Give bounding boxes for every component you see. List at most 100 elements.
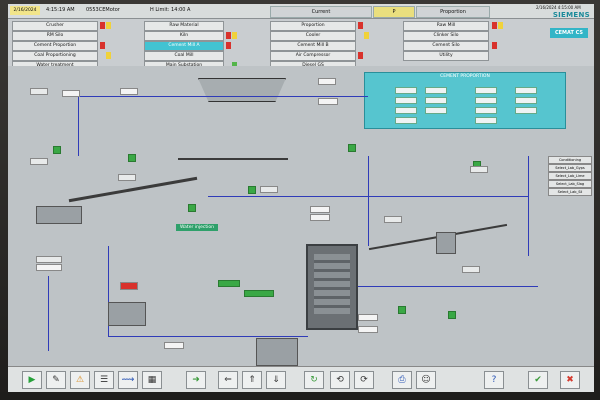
nav-cement-proportion[interactable]: Cement Proportion: [12, 41, 98, 51]
nav-rm-silo[interactable]: RM Silo: [12, 31, 98, 41]
motor-icon[interactable]: [248, 186, 256, 194]
status-bar: [244, 290, 274, 297]
status-indicator: [100, 22, 105, 29]
setpoint-cell[interactable]: [425, 87, 447, 94]
nav-air-compressor[interactable]: Air Compressor: [270, 51, 356, 61]
value-box: [318, 98, 338, 105]
status-indicator: [358, 52, 363, 59]
forward-icon[interactable]: ⟳: [354, 371, 374, 389]
bag-filter[interactable]: [256, 338, 298, 366]
sidebar-item-lab-slag[interactable]: Select_Lab_Slag: [548, 180, 592, 188]
arrow-down-icon[interactable]: ⇓: [266, 371, 286, 389]
tag-label[interactable]: [30, 88, 48, 95]
motor-icon[interactable]: [128, 154, 136, 162]
arrow-left-icon[interactable]: ⇐: [218, 371, 238, 389]
nav-cement-mill-b[interactable]: Cement Mill B: [270, 41, 356, 51]
feeder[interactable]: [36, 206, 82, 224]
setpoint-cell[interactable]: [395, 117, 417, 124]
tag-label[interactable]: [462, 266, 480, 273]
setpoint-cell[interactable]: [475, 97, 497, 104]
setpoint-cell[interactable]: [395, 97, 417, 104]
faceplate-icon[interactable]: ▦: [142, 371, 162, 389]
tag-label[interactable]: [30, 158, 48, 165]
setpoint-cell[interactable]: [515, 87, 537, 94]
nav-raw-material[interactable]: Raw Material: [144, 21, 224, 31]
setpoint-cell[interactable]: [425, 107, 447, 114]
setpoint-cell[interactable]: [395, 107, 417, 114]
setpoint-cell[interactable]: [475, 117, 497, 124]
tag-label[interactable]: [470, 166, 488, 173]
nav-crusher[interactable]: Crusher: [12, 21, 98, 31]
nav-cement-silo[interactable]: Cement Silo: [403, 41, 489, 51]
nav-kiln[interactable]: Kiln: [144, 31, 224, 41]
motor-icon[interactable]: [53, 146, 61, 154]
status-indicator: [364, 32, 369, 39]
cement-mill[interactable]: [306, 244, 358, 330]
value-box: [36, 264, 62, 271]
status-indicator: [358, 22, 363, 29]
value-box: [310, 214, 330, 221]
motor-icon[interactable]: [188, 204, 196, 212]
nav-clinker-silo[interactable]: Clinker Silo: [403, 31, 489, 41]
tag-label[interactable]: [384, 216, 402, 223]
nav-coal-proportioning[interactable]: Coal Proportioning: [12, 51, 98, 61]
nav-proportion[interactable]: Proportion: [270, 21, 356, 31]
nav-utility[interactable]: Utility: [403, 51, 489, 61]
pipe: [528, 156, 529, 256]
report-icon[interactable]: ☰: [94, 371, 114, 389]
motor-icon[interactable]: [448, 311, 456, 319]
current-header: Current: [270, 6, 372, 18]
tag-label[interactable]: [118, 174, 136, 181]
setpoint-cell[interactable]: [425, 97, 447, 104]
exit-icon[interactable]: ✖: [560, 371, 580, 389]
panel-title: CEMENT PROPORTION: [440, 74, 490, 79]
bottom-toolbar: ▶ ✎ ⚠ ☰ ⟿ ▦ ➜ ⇐ ⇑ ⇓ ↻ ⟲ ⟳ ⎙ ☺ ? ✔ ✖: [8, 366, 594, 392]
setpoint-cell[interactable]: [515, 107, 537, 114]
print-icon[interactable]: ⎙: [392, 371, 412, 389]
sidebar-item-conditioning[interactable]: Conditioning: [548, 156, 592, 164]
back-icon[interactable]: ⟲: [330, 371, 350, 389]
hmi-screen: 2/16/2024 4:15:19 AM 0553CEMotor H Limit…: [8, 4, 594, 392]
alarm-icon[interactable]: ⚠: [70, 371, 90, 389]
help-icon[interactable]: ?: [484, 371, 504, 389]
user-icon[interactable]: ☺: [416, 371, 436, 389]
siemens-logo: SIEMENS: [552, 11, 590, 19]
conveyor-belt: [178, 158, 288, 160]
setpoint-cell[interactable]: [515, 97, 537, 104]
setpoint-cell[interactable]: [475, 107, 497, 114]
nav-raw-mill[interactable]: Raw Mill: [403, 21, 489, 31]
play-icon[interactable]: ▶: [22, 371, 42, 389]
tag-label[interactable]: [36, 256, 62, 263]
water-injection-label[interactable]: Water injection: [176, 224, 218, 231]
pipe: [358, 286, 538, 287]
edit-icon[interactable]: ✎: [46, 371, 66, 389]
tag-label[interactable]: [260, 186, 278, 193]
separator[interactable]: [108, 302, 146, 326]
arrow-up-icon[interactable]: ⇑: [242, 371, 262, 389]
cement-proportion-panel: CEMENT PROPORTION: [364, 72, 566, 129]
motor-icon[interactable]: [348, 144, 356, 152]
trend-icon[interactable]: ⟿: [118, 371, 138, 389]
station-display: 0553CEMotor: [86, 7, 120, 13]
sidebar-item-lab-sil[interactable]: Select_Lab_Sil: [548, 188, 592, 196]
pipe: [78, 96, 79, 156]
check-icon[interactable]: ✔: [528, 371, 548, 389]
alarm-indicator[interactable]: [120, 282, 138, 290]
sidebar-item-lab-gyps[interactable]: Select_Lab_Gyps: [548, 164, 592, 172]
sidebar-item-lab-lime[interactable]: Select_Lab_Lime: [548, 172, 592, 180]
setpoint-cell[interactable]: [395, 87, 417, 94]
setpoint-cell[interactable]: [475, 87, 497, 94]
motor-icon[interactable]: [398, 306, 406, 314]
arrow-right-icon[interactable]: ➜: [186, 371, 206, 389]
nav-coal-mill[interactable]: Coal Mill: [144, 51, 224, 61]
p-header: P: [373, 6, 415, 18]
process-diagram: CEMENT PROPORTION Conditioning Select_La…: [8, 66, 594, 366]
nav-cement-mill-a[interactable]: Cement Mill A: [144, 41, 224, 51]
nav-cooler[interactable]: Cooler: [270, 31, 356, 41]
pipe: [108, 336, 308, 337]
refresh-icon[interactable]: ↻: [304, 371, 324, 389]
right-date: 2/16/2024 4:15:00 AM: [536, 5, 581, 10]
status-indicator: [232, 32, 237, 39]
tank[interactable]: [436, 232, 456, 254]
value-box: [310, 206, 330, 213]
